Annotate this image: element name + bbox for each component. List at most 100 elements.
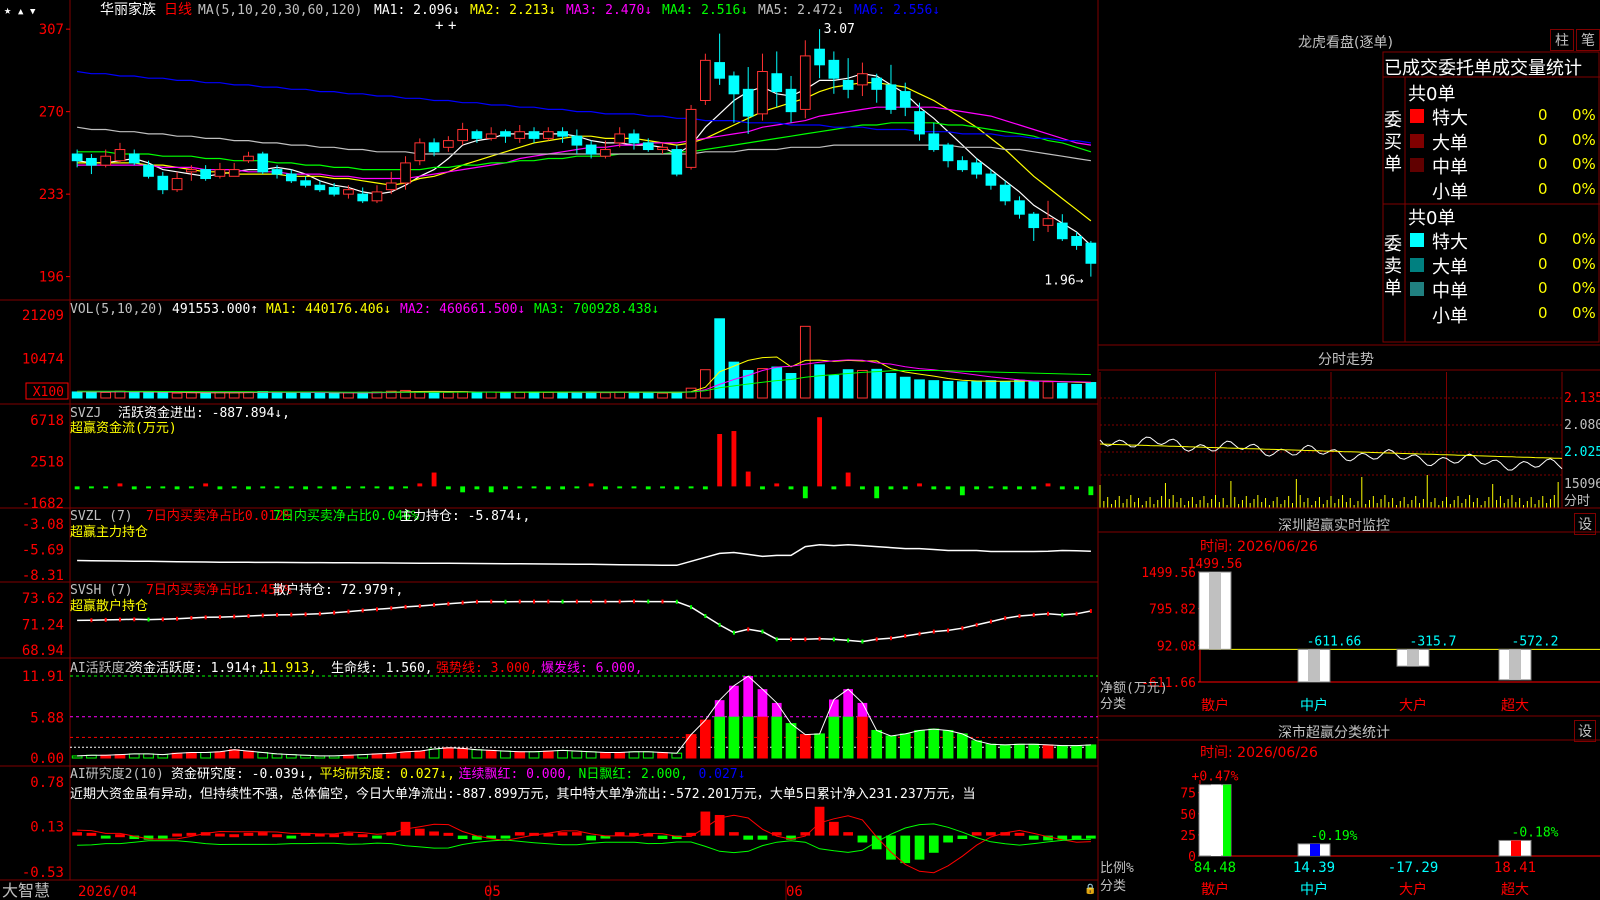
volume-bar: [528, 391, 540, 399]
research-bar: [814, 806, 825, 836]
flow-bar: [1002, 486, 1008, 490]
activity-bar: [785, 723, 797, 759]
order-size-label: 大单: [1432, 256, 1468, 278]
lock-icon: 🔒: [1084, 883, 1096, 895]
retail-tick: [390, 606, 393, 611]
flow-bar: [574, 486, 580, 489]
retail-tick: [718, 622, 721, 627]
volume-bar: [328, 392, 340, 399]
svzj-axis-label: 6718: [30, 413, 64, 429]
monitor-settings-button[interactable]: 设: [1574, 513, 1596, 535]
retail-tick: [547, 599, 550, 604]
retail-tick: [818, 636, 821, 641]
candle-body: [857, 73, 868, 86]
activity-bar: [728, 716, 740, 759]
research-bar: [272, 834, 282, 838]
retail-tick: [904, 634, 907, 638]
flow-bar: [103, 486, 109, 489]
activity-bar: [186, 751, 197, 759]
activity-bar: [471, 749, 483, 759]
monitor-bar-value: -611.66: [1307, 634, 1362, 649]
monitor-bar-shade: [1308, 649, 1320, 682]
retail-tick: [790, 637, 793, 642]
candle-body: [942, 144, 954, 162]
vol-axis-label: 21209: [22, 308, 64, 324]
candle-body: [657, 146, 668, 151]
research-bar: [757, 835, 768, 840]
bar-mode-button[interactable]: 柱: [1550, 29, 1574, 51]
flow-bar: [174, 486, 180, 490]
flow-bar: [817, 417, 823, 487]
volume-bar: [985, 380, 997, 399]
activity-bar: [400, 751, 411, 759]
activity-bar: [657, 751, 668, 759]
candle-body: [899, 91, 911, 108]
retail-tick: [961, 626, 964, 631]
activity-bar: [700, 719, 711, 759]
flow-bar: [845, 472, 851, 487]
retail-tick: [932, 629, 935, 634]
activity-bar: [514, 751, 526, 759]
classify-change-label: +0.47%: [1192, 770, 1239, 785]
candle-body: [385, 182, 397, 191]
retail-tick: [461, 600, 464, 605]
research-bar: [957, 835, 968, 840]
activity-bar: [614, 751, 626, 759]
volume-bar: [999, 381, 1011, 399]
activity-bar: [557, 749, 568, 759]
volume-bar: [300, 392, 311, 399]
ma-line-ma2: [77, 82, 1092, 222]
research-bar: [729, 832, 739, 836]
candle-body: [86, 157, 97, 166]
retail-tick: [433, 602, 436, 607]
candle-body: [671, 149, 683, 175]
low-annotation: 1.96→: [1044, 274, 1083, 289]
volume-bar: [343, 392, 354, 399]
research-bar: [886, 835, 896, 860]
flow-bar: [388, 486, 394, 490]
intraday-title: 分时走势: [1318, 352, 1374, 368]
research-bar: [215, 833, 225, 837]
monitor-bar-shade: [1509, 649, 1521, 680]
svzl-title: 超赢主力持仓: [70, 524, 148, 540]
vol-header-item: MA2: 460661.500↓: [400, 302, 525, 317]
retail-tick: [632, 599, 635, 604]
order-count: 0: [1538, 279, 1548, 297]
lhb-panel: 龙虎看盘(逐单) 柱 笔 已成交委托单成交量统计 委买单 共0单 特大 0 0% 大单…: [1098, 0, 1600, 345]
candle-body: [228, 169, 240, 177]
activity-bar: [957, 733, 968, 759]
price-axis-label: 270: [39, 105, 64, 121]
candle-body: [742, 88, 754, 117]
order-size-label: 中单: [1432, 281, 1468, 302]
svzj-title: 超赢资金流(万元): [70, 420, 177, 436]
retail-tick: [190, 616, 193, 620]
classify-value-label: 84.48: [1194, 860, 1236, 876]
order-size-swatch: [1410, 282, 1424, 296]
activity-bar: [200, 751, 211, 759]
classify-category-label: 大户: [1399, 881, 1427, 898]
volume-bar: [600, 392, 611, 399]
svzl-axis-label: -8.31: [22, 568, 64, 584]
research-axis-label: 0.78: [30, 775, 64, 791]
candle-body: [414, 142, 426, 162]
candle-body: [999, 184, 1011, 202]
order-size-label: 大单: [1432, 132, 1468, 154]
ma-header-item: MA4: 2.516↓: [662, 3, 748, 18]
research-bar: [443, 832, 454, 836]
flow-bar: [431, 472, 437, 487]
retail-tick: [647, 599, 650, 604]
research-bar: [857, 835, 868, 843]
candle-body: [728, 75, 740, 95]
order-pct: 0%: [1572, 179, 1596, 198]
retail-tick: [290, 612, 293, 617]
candle-body: [1042, 218, 1054, 226]
flow-bar: [788, 486, 794, 490]
classify-settings-button[interactable]: 设: [1574, 720, 1596, 742]
candle-body: [186, 169, 197, 173]
tick-mode-button[interactable]: 笔: [1576, 29, 1600, 51]
activity-burst-bar: [729, 685, 739, 717]
research-bar: [372, 835, 382, 839]
intraday-axis-label: 2.080: [1564, 418, 1600, 433]
retail-tick: [333, 610, 336, 615]
vol-axis-label: X100: [33, 385, 64, 400]
